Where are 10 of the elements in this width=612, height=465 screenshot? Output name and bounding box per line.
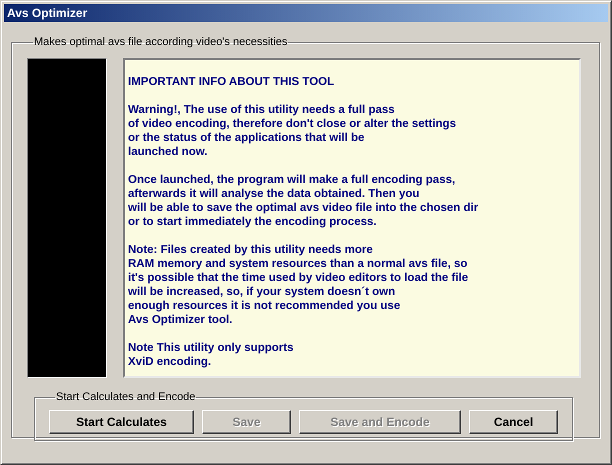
info-paragraph: Note This utility only supports XviD encoding. [128, 341, 294, 369]
window-title: Avs Optimizer [7, 6, 88, 20]
dialog-button[interactable]: Start Calculates [49, 410, 194, 434]
info-heading: IMPORTANT INFO ABOUT THIS TOOL [128, 75, 336, 89]
group-label: Start Calculates and Encode [55, 391, 196, 403]
dialog-button[interactable]: Cancel [469, 410, 558, 434]
group-label: Makes optimal avs file according video's necessities [33, 36, 288, 48]
info-paragraph: Note: Files created by this utility needs more RAM memory and system resources than a normal avs file, so it's possible that the time used by video editors to load the file will be increased, so, if your system doesn´t own enough resources it is not recommended you use Avs Optimizer tool. [128, 243, 470, 327]
info-paragraph: Warning!, The use of this utility needs a full pass of video encoding, therefore don't close or alter the settings or the status of the applications that will be launched now. [128, 103, 457, 159]
info-paragraph: Once launched, the program will make a full encoding pass, afterwards it will analyse the data obtained. Then you will be able to save the optimal avs video file into the chosen dir or to start immediately the encoding process. [128, 173, 480, 229]
